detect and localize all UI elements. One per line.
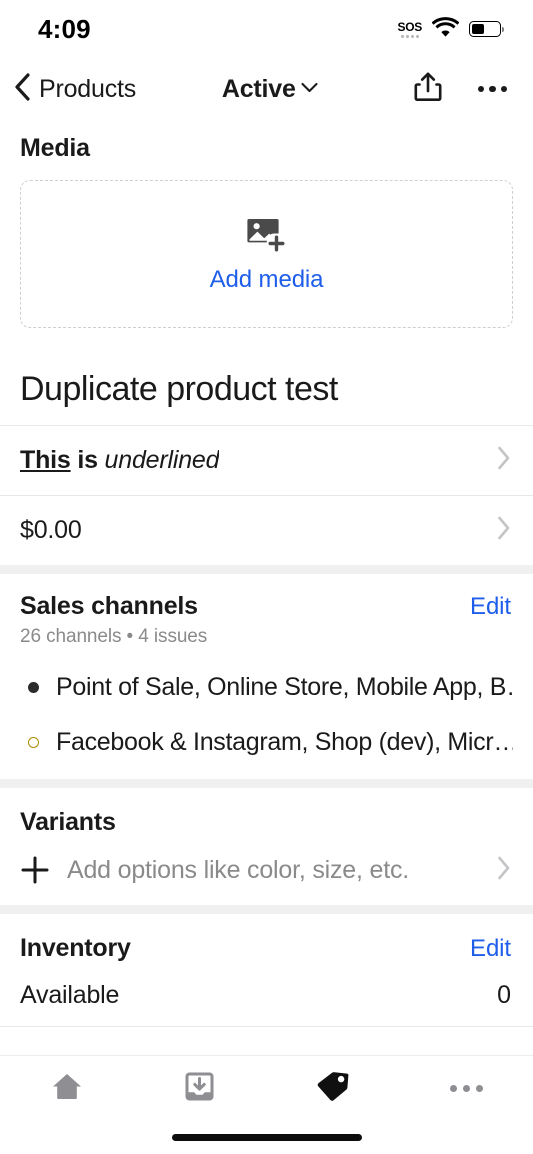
warning-dot-icon bbox=[28, 737, 39, 748]
product-title-row[interactable]: Duplicate product test bbox=[0, 346, 533, 425]
section-divider bbox=[0, 779, 533, 788]
battery-icon bbox=[469, 21, 504, 37]
home-indicator[interactable] bbox=[171, 1134, 362, 1141]
chevron-right-icon bbox=[497, 856, 511, 885]
sales-channel-row-issues[interactable]: Facebook & Instagram, Shop (dev), Micr… bbox=[0, 715, 533, 779]
tab-home[interactable] bbox=[0, 1056, 133, 1121]
inventory-available-row: Available 0 bbox=[0, 963, 533, 1027]
status-time: 4:09 bbox=[38, 13, 91, 44]
ellipsis-icon bbox=[477, 85, 507, 93]
filled-dot-icon bbox=[28, 682, 39, 693]
sos-label: SOS bbox=[397, 19, 423, 34]
more-options-button[interactable] bbox=[477, 85, 507, 93]
inventory-available-value: 0 bbox=[497, 981, 511, 1009]
tab-orders[interactable] bbox=[133, 1056, 266, 1121]
ellipsis-icon bbox=[449, 1085, 483, 1092]
product-tag-icon bbox=[316, 1070, 350, 1107]
section-divider bbox=[0, 905, 533, 914]
chevron-left-icon bbox=[14, 72, 30, 106]
chevron-right-icon bbox=[497, 516, 511, 545]
image-plus-icon bbox=[246, 215, 288, 258]
product-description-text: This is underlined bbox=[20, 446, 219, 475]
add-media-dropzone[interactable]: Add media bbox=[20, 180, 513, 328]
add-variant-placeholder: Add options like color, size, etc. bbox=[67, 855, 409, 884]
product-detail-screen: 4:09 SOS Products Active Media Add media… bbox=[0, 0, 533, 1154]
scroll-content[interactable]: Media Add media Duplicate product test T… bbox=[0, 120, 533, 1055]
page-title: Duplicate product test bbox=[20, 370, 338, 408]
back-button[interactable]: Products bbox=[14, 72, 137, 106]
sales-channel-available-text: Point of Sale, Online Store, Mobile App,… bbox=[56, 673, 513, 701]
variants-header: Variants bbox=[0, 788, 533, 837]
media-section-title: Media bbox=[20, 134, 90, 162]
back-button-label: Products bbox=[39, 74, 137, 103]
tab-more[interactable] bbox=[400, 1056, 533, 1121]
inventory-edit-button[interactable]: Edit bbox=[470, 935, 511, 963]
inventory-header: Inventory Edit bbox=[0, 914, 533, 963]
chevron-down-icon bbox=[301, 80, 318, 98]
description-bold: is bbox=[77, 446, 98, 474]
status-indicators: SOS bbox=[398, 16, 504, 42]
status-bar: 4:09 SOS bbox=[0, 0, 533, 58]
wifi-icon bbox=[431, 16, 460, 42]
section-divider bbox=[0, 565, 533, 574]
plus-icon bbox=[20, 855, 50, 885]
share-button[interactable] bbox=[414, 72, 442, 107]
description-bold-underline: This bbox=[20, 446, 71, 474]
sales-channels-section: Sales channels Edit 26 channels • 4 issu… bbox=[0, 574, 533, 779]
share-icon bbox=[414, 72, 442, 107]
orders-inbox-icon bbox=[184, 1071, 215, 1107]
signal-dots bbox=[400, 34, 419, 38]
add-media-label: Add media bbox=[209, 265, 324, 293]
inventory-title: Inventory bbox=[20, 934, 131, 962]
media-section: Media Add media bbox=[0, 120, 533, 346]
sales-channels-title: Sales channels bbox=[20, 592, 198, 620]
sales-channels-subtitle: 26 channels • 4 issues bbox=[20, 626, 208, 647]
variants-title: Variants bbox=[20, 808, 116, 836]
sales-channels-header: Sales channels Edit bbox=[0, 574, 533, 621]
chevron-right-icon bbox=[497, 446, 511, 475]
sales-channel-issues-text: Facebook & Instagram, Shop (dev), Micr… bbox=[56, 728, 513, 756]
navigation-bar: Products Active bbox=[0, 58, 533, 120]
sales-channel-row-available[interactable]: Point of Sale, Online Store, Mobile App,… bbox=[0, 660, 533, 715]
inventory-section: Inventory Edit Available 0 bbox=[0, 914, 533, 1027]
inventory-available-label: Available bbox=[20, 981, 120, 1009]
sos-indicator: SOS bbox=[398, 21, 422, 38]
product-description-row[interactable]: This is underlined bbox=[0, 425, 533, 495]
sales-channels-edit-button[interactable]: Edit bbox=[470, 593, 511, 621]
variants-section: Variants Add options like color, size, e… bbox=[0, 788, 533, 905]
tab-products[interactable] bbox=[267, 1056, 400, 1121]
product-price-value: $0.00 bbox=[20, 516, 82, 544]
product-info-section: Duplicate product test This is underline… bbox=[0, 346, 533, 565]
product-status-label: Active bbox=[221, 74, 296, 103]
home-indicator-area bbox=[0, 1121, 533, 1154]
nav-actions bbox=[414, 72, 507, 107]
home-icon bbox=[51, 1071, 83, 1106]
product-status-dropdown[interactable]: Active bbox=[126, 75, 413, 104]
bottom-tab-bar bbox=[0, 1055, 533, 1121]
description-italic: underlined bbox=[104, 446, 220, 474]
add-variant-option-row[interactable]: Add options like color, size, etc. bbox=[0, 837, 533, 905]
product-price-row[interactable]: $0.00 bbox=[0, 495, 533, 565]
